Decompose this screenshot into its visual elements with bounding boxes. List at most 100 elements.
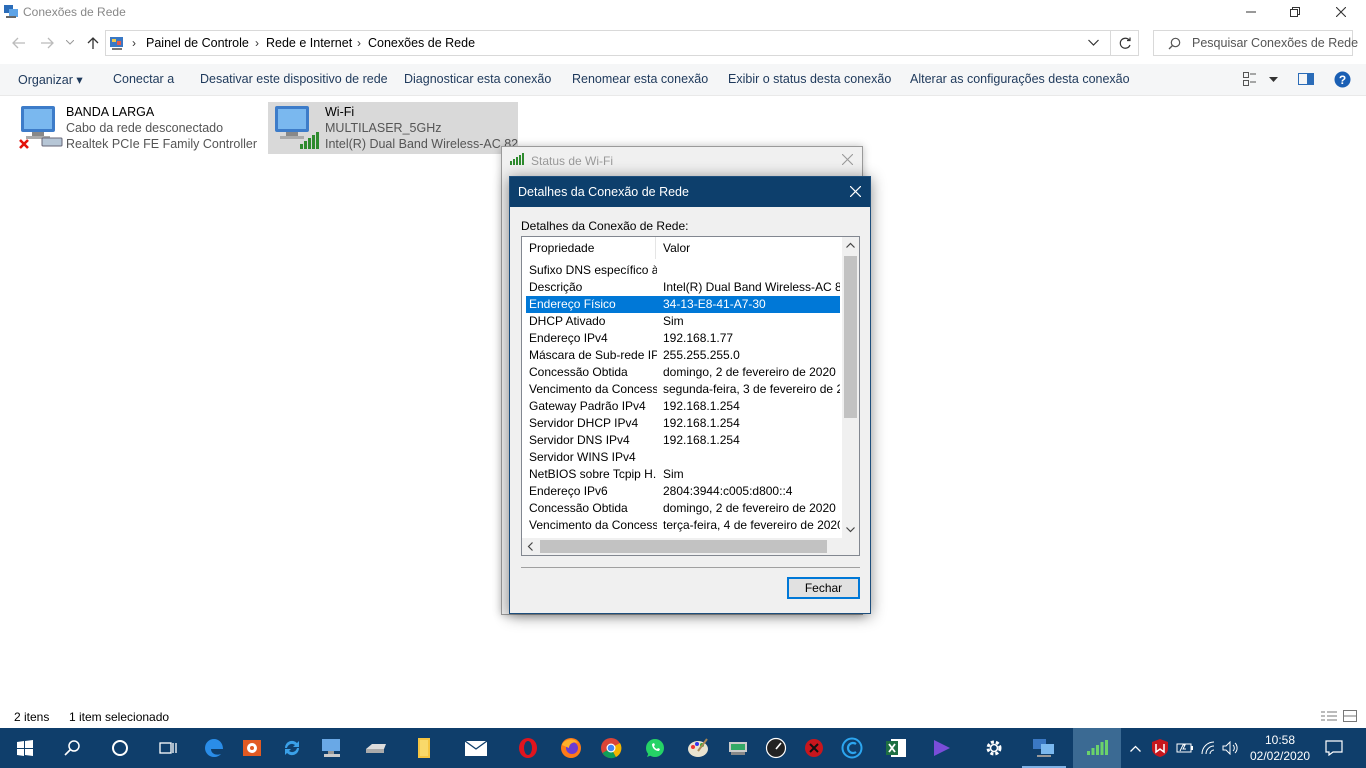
minimize-button[interactable]	[1228, 0, 1274, 24]
table-row[interactable]: DHCP Ativado Sim	[526, 313, 840, 330]
show-hidden-icons-button[interactable]	[1126, 728, 1144, 768]
wifi-taskbar-icon[interactable]	[1073, 728, 1121, 768]
breadcrumb-painel-de-controle[interactable]: Painel de Controle	[146, 36, 249, 50]
diagnose-button[interactable]: Diagnosticar esta conexão	[404, 72, 551, 86]
file-explorer-icon[interactable]	[402, 728, 446, 768]
rename-button[interactable]: Renomear esta conexão	[572, 72, 708, 86]
back-button[interactable]	[10, 35, 28, 51]
restore-button[interactable]	[1272, 0, 1318, 24]
status-bar: 2 itens 1 item selecionado	[0, 708, 1366, 728]
details-view-icon[interactable]	[1321, 710, 1337, 722]
forward-button[interactable]	[38, 35, 56, 51]
search-icon	[1168, 37, 1181, 50]
help-icon[interactable]: ?	[1334, 71, 1351, 88]
scroll-left-arrow-icon[interactable]	[527, 542, 533, 551]
whatsapp-icon[interactable]	[633, 728, 677, 768]
connection-item-banda-larga[interactable]: BANDA LARGA Cabo da rede desconectado Re…	[16, 102, 257, 154]
start-button[interactable]	[3, 728, 47, 768]
table-row[interactable]: Endereço Físico 34-13-E8-41-A7-30	[526, 296, 840, 313]
network-status-icon[interactable]	[1198, 728, 1220, 768]
clock-time[interactable]: 10:58	[1250, 733, 1310, 747]
notifications-icon[interactable]	[1318, 728, 1350, 768]
excel-icon[interactable]	[874, 728, 918, 768]
table-row[interactable]: Sufixo DNS específico à...	[526, 262, 840, 279]
up-button[interactable]	[84, 35, 102, 51]
search-icon[interactable]	[50, 728, 94, 768]
table-row[interactable]: Endereço IPv4 192.168.1.77	[526, 330, 840, 347]
media-app-icon[interactable]	[920, 728, 964, 768]
cortana-icon[interactable]	[98, 728, 142, 768]
close-button[interactable]	[1318, 0, 1364, 24]
column-header-value[interactable]: Valor	[656, 237, 842, 259]
chrome-icon[interactable]	[589, 728, 633, 768]
sync-icon[interactable]	[270, 728, 314, 768]
refresh-button[interactable]	[1111, 30, 1139, 56]
close-dialog-button[interactable]: Fechar	[787, 577, 860, 599]
connect-to-button[interactable]: Conectar a	[113, 72, 174, 86]
connection-name: BANDA LARGA	[66, 105, 155, 119]
firefox-icon[interactable]	[549, 728, 593, 768]
value-cell: segunda-feira, 3 de fevereiro de 2020	[663, 382, 840, 396]
breadcrumb-separator-icon: ›	[132, 36, 136, 50]
table-row[interactable]: Servidor WINS IPv4	[526, 449, 840, 466]
view-status-button[interactable]: Exibir o status desta conexão	[728, 72, 891, 86]
table-row[interactable]: Gateway Padrão IPv4 192.168.1.254	[526, 398, 840, 415]
view-options-dropdown[interactable]	[1269, 77, 1278, 82]
table-row[interactable]: Concessão Obtida domingo, 2 de fevereiro …	[526, 500, 840, 517]
close-icon[interactable]	[842, 154, 853, 165]
scroll-down-arrow-icon[interactable]	[846, 527, 855, 533]
recent-locations-button[interactable]	[64, 35, 76, 51]
value-cell: 192.168.1.77	[663, 331, 734, 345]
table-row[interactable]: Máscara de Sub-rede IP... 255.255.255.0	[526, 347, 840, 364]
network-connections-taskbar-icon[interactable]	[1022, 728, 1066, 768]
wifi-signal-icon	[510, 153, 526, 165]
vertical-scrollbar[interactable]	[842, 237, 859, 538]
breadcrumb-rede-e-internet[interactable]: Rede e Internet	[266, 36, 352, 50]
task-view-icon[interactable]	[146, 728, 190, 768]
dialog-title-bar: Detalhes da Conexão de Rede	[510, 177, 870, 207]
table-row[interactable]: Vencimento da Concess... terça-feira, 4 d…	[526, 517, 840, 534]
table-row[interactable]: Servidor DNS IPv4 192.168.1.254	[526, 432, 840, 449]
volume-icon[interactable]	[1220, 728, 1242, 768]
details-list-view[interactable]: Propriedade Valor Sufixo DNS específico …	[521, 236, 860, 556]
table-row[interactable]: Descrição Intel(R) Dual Band Wireless-AC …	[526, 279, 840, 296]
media-player-icon[interactable]	[230, 728, 274, 768]
battery-icon[interactable]	[1174, 728, 1196, 768]
property-cell: Vencimento da Concess...	[529, 382, 657, 396]
disable-device-button[interactable]: Desativar este dispositivo de rede	[200, 72, 388, 86]
ccleaner-icon[interactable]	[830, 728, 874, 768]
search-input[interactable]: Pesquisar Conexões de Rede	[1153, 30, 1358, 56]
scroll-up-arrow-icon[interactable]	[846, 242, 855, 248]
organize-button[interactable]: Organizar ▾	[18, 72, 83, 87]
table-row[interactable]: Endereço IPv6 2804:3944:c005:d800::4	[526, 483, 840, 500]
settings-gear-icon[interactable]	[972, 728, 1016, 768]
opera-icon[interactable]	[506, 728, 550, 768]
drive-icon[interactable]	[354, 728, 398, 768]
change-settings-button[interactable]: Alterar as configurações desta conexão	[910, 72, 1130, 86]
paint-icon[interactable]	[676, 728, 720, 768]
breadcrumb-separator-icon: ›	[357, 36, 361, 50]
table-row[interactable]: Vencimento da Concess... segunda-feira, 3…	[526, 381, 840, 398]
large-icons-view-icon[interactable]	[1343, 710, 1357, 722]
network-drive-icon[interactable]	[310, 728, 354, 768]
change-view-icon[interactable]	[1243, 72, 1257, 86]
mail-icon[interactable]	[454, 728, 498, 768]
vertical-scroll-thumb[interactable]	[844, 256, 857, 418]
clock-date[interactable]: 02/02/2020	[1250, 749, 1310, 763]
connection-item-wifi[interactable]: Wi-Fi MULTILASER_5GHz Intel(R) Dual Band…	[268, 102, 529, 154]
table-row[interactable]: Servidor DHCP IPv4 192.168.1.254	[526, 415, 840, 432]
address-bar[interactable]: › Painel de Controle › Rede e Internet ›…	[105, 30, 1111, 56]
table-row[interactable]: NetBIOS sobre Tcpip H... Sim	[526, 466, 840, 483]
column-header-property[interactable]: Propriedade	[522, 237, 656, 259]
horizontal-scroll-thumb[interactable]	[540, 540, 827, 553]
command-bar: Organizar ▾ Conectar a Desativar este di…	[0, 64, 1366, 96]
property-cell: Endereço IPv6	[529, 484, 608, 498]
breadcrumb-conexoes-de-rede[interactable]: Conexões de Rede	[368, 36, 475, 50]
address-history-dropdown[interactable]	[1088, 39, 1099, 47]
horizontal-scrollbar[interactable]	[522, 538, 842, 555]
close-icon[interactable]	[850, 186, 861, 197]
preview-pane-icon[interactable]	[1298, 73, 1314, 85]
mcafee-shield-icon[interactable]	[1150, 728, 1170, 768]
table-row[interactable]: Concessão Obtida domingo, 2 de fevereiro …	[526, 364, 840, 381]
svg-text:?: ?	[1339, 73, 1346, 87]
